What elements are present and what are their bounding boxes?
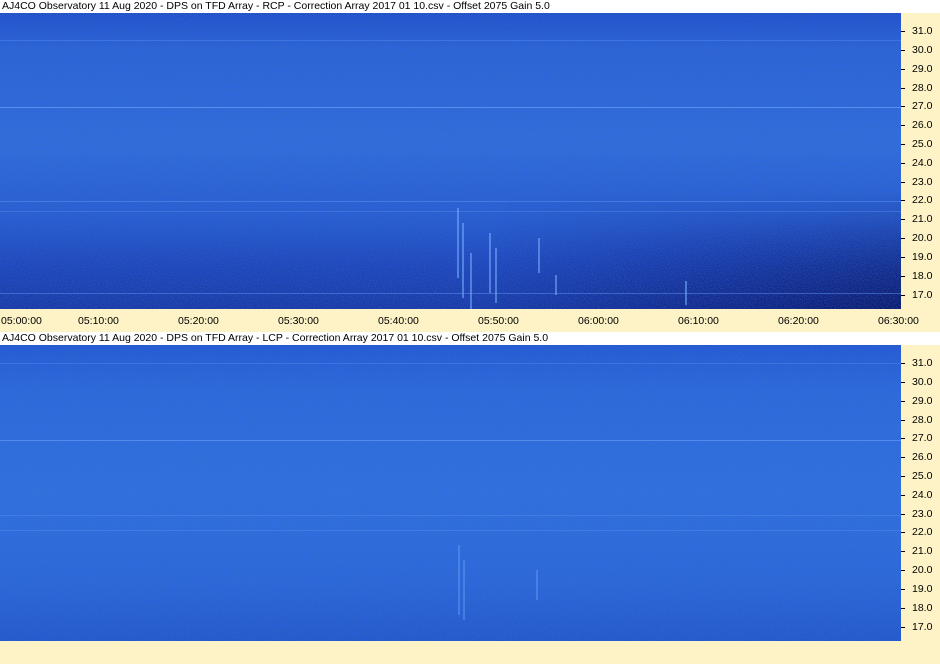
time-axis-label: 05:30:00 bbox=[278, 315, 319, 327]
rcp-ytick: 18.0 bbox=[901, 271, 940, 282]
lcp-ytick: 26.0 bbox=[901, 452, 940, 463]
rcp-ytick: 31.0 bbox=[901, 26, 940, 37]
rcp-spectrogram[interactable] bbox=[0, 13, 901, 309]
rcp-ytick: 23.0 bbox=[901, 177, 940, 188]
lcp-ytick: 27.0 bbox=[901, 433, 940, 444]
lcp-ytick: 28.0 bbox=[901, 415, 940, 426]
time-axis-label: 06:20:00 bbox=[778, 315, 819, 327]
lcp-ytick: 25.0 bbox=[901, 471, 940, 482]
time-axis-label: 05:20:00 bbox=[178, 315, 219, 327]
rcp-ytick: 20.0 bbox=[901, 233, 940, 244]
time-axis-label: 06:30:00 bbox=[878, 315, 919, 327]
time-axis-label: 05:00:00 bbox=[1, 315, 42, 327]
spectrograph-window: AJ4CO Observatory 11 Aug 2020 - DPS on T… bbox=[0, 0, 940, 664]
rcp-ytick: 19.0 bbox=[901, 252, 940, 263]
lcp-frequency-axis: 31.0 30.0 29.0 28.0 27.0 26.0 25.0 24.0 … bbox=[901, 345, 940, 641]
lcp-ytick: 30.0 bbox=[901, 377, 940, 388]
rcp-ytick: 28.0 bbox=[901, 83, 940, 94]
rcp-ytick: 22.0 bbox=[901, 195, 940, 206]
rcp-ytick: 29.0 bbox=[901, 64, 940, 75]
bottom-margin bbox=[0, 641, 940, 664]
lcp-ytick: 24.0 bbox=[901, 490, 940, 501]
lcp-ytick: 22.0 bbox=[901, 527, 940, 538]
time-axis-label: 05:50:00 bbox=[478, 315, 519, 327]
time-axis-label: 06:10:00 bbox=[678, 315, 719, 327]
lcp-ytick: 19.0 bbox=[901, 584, 940, 595]
rcp-ytick: 30.0 bbox=[901, 45, 940, 56]
lcp-ytick: 31.0 bbox=[901, 358, 940, 369]
rcp-ytick: 24.0 bbox=[901, 158, 940, 169]
lcp-ytick: 23.0 bbox=[901, 509, 940, 520]
time-axis-label: 05:40:00 bbox=[378, 315, 419, 327]
time-axis-label: 05:10:00 bbox=[78, 315, 119, 327]
rcp-ytick: 17.0 bbox=[901, 290, 940, 301]
lcp-ytick: 18.0 bbox=[901, 603, 940, 614]
lcp-ytick: 17.0 bbox=[901, 622, 940, 633]
lcp-spectrogram[interactable] bbox=[0, 345, 901, 641]
time-axis: 05:00:00 05:10:00 05:20:00 05:30:00 05:4… bbox=[0, 312, 940, 329]
rcp-frequency-axis: 31.0 30.0 29.0 28.0 27.0 26.0 25.0 24.0 … bbox=[901, 13, 940, 309]
rcp-ytick: 26.0 bbox=[901, 120, 940, 131]
rcp-ytick: 21.0 bbox=[901, 214, 940, 225]
rcp-ytick: 27.0 bbox=[901, 101, 940, 112]
rcp-panel-title: AJ4CO Observatory 11 Aug 2020 - DPS on T… bbox=[0, 0, 940, 13]
lcp-ytick: 21.0 bbox=[901, 546, 940, 557]
time-axis-label: 06:00:00 bbox=[578, 315, 619, 327]
lcp-ytick: 29.0 bbox=[901, 396, 940, 407]
lcp-panel-title: AJ4CO Observatory 11 Aug 2020 - DPS on T… bbox=[0, 332, 940, 345]
lcp-ytick: 20.0 bbox=[901, 565, 940, 576]
rcp-ytick: 25.0 bbox=[901, 139, 940, 150]
